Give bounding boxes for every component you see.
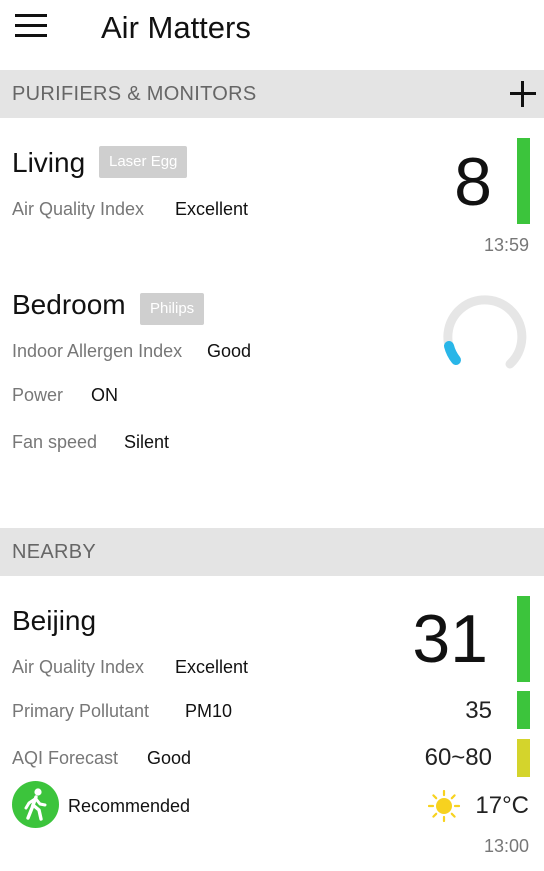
- app-title: Air Matters: [101, 10, 251, 45]
- walking-person-icon: [12, 781, 59, 828]
- aqi-label: Air Quality Index: [12, 199, 145, 219]
- fan-speed-value: Silent: [124, 432, 170, 452]
- update-time: 13:00: [483, 836, 529, 856]
- aqi-status: Excellent: [175, 657, 249, 677]
- forecast-status: Good: [147, 748, 192, 768]
- recommendation-text: Recommended: [68, 796, 191, 816]
- forecast-level-bar: [517, 739, 530, 777]
- forecast-range: 60~80: [424, 744, 492, 771]
- aqi-level-bar: [517, 138, 530, 224]
- section-label-nearby: NEARBY: [12, 541, 97, 563]
- device-name: Living: [12, 147, 86, 178]
- forecast-label: AQI Forecast: [12, 748, 119, 768]
- device-name: Bedroom: [12, 289, 126, 320]
- aqi-status: Excellent: [175, 199, 249, 219]
- gauge-track: [443, 295, 527, 369]
- device-type-chip: Laser Egg: [99, 146, 188, 178]
- pollutant-level-bar: [517, 691, 530, 729]
- pollutant-label: Primary Pollutant: [12, 701, 150, 721]
- aqi-level-bar: [517, 596, 530, 682]
- gauge-fill: [444, 341, 461, 365]
- hamburger-menu-icon[interactable]: [15, 14, 47, 38]
- pollutant-value: PM10: [185, 701, 233, 721]
- aqi-value: 8: [454, 144, 492, 220]
- section-header-devices: PURIFIERS & MONITORS: [0, 70, 544, 118]
- allergen-label: Indoor Allergen Index: [12, 341, 183, 361]
- walking-person-glyph: [24, 787, 46, 821]
- allergen-gauge: [443, 295, 527, 369]
- app-bar: Air Matters: [0, 0, 544, 70]
- section-label-devices: PURIFIERS & MONITORS: [12, 83, 257, 105]
- temperature: 17°C: [475, 792, 529, 819]
- allergen-status: Good: [207, 341, 252, 361]
- power-value: ON: [91, 385, 118, 405]
- device-type-chip: Philips: [140, 293, 205, 325]
- update-time: 13:59: [483, 235, 529, 255]
- section-header-nearby: NEARBY: [0, 528, 544, 576]
- aqi-value: 31: [412, 601, 488, 677]
- fan-speed-label: Fan speed: [12, 432, 98, 452]
- city-name: Beijing: [12, 605, 97, 636]
- sun-icon: [428, 790, 460, 822]
- power-label: Power: [12, 385, 64, 405]
- pollutant-number: 35: [465, 697, 492, 724]
- aqi-label: Air Quality Index: [12, 657, 145, 677]
- add-icon[interactable]: [510, 81, 536, 107]
